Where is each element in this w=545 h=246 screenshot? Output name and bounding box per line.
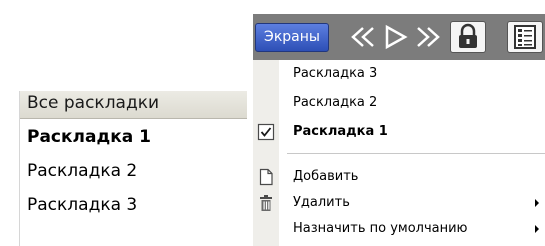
menu-item-layout-2[interactable]: Раскладка 2 (253, 92, 545, 116)
menu-item-delete[interactable]: Удалить (253, 192, 545, 216)
layouts-list-panel: Все раскладки Раскладка 1 Раскладка 2 Ра… (19, 91, 247, 246)
menu-separator (287, 153, 545, 154)
menu-item-add[interactable]: Добавить (253, 166, 545, 190)
lock-icon (459, 23, 477, 48)
screens-dropdown-menu: Раскладка 3 Раскладка 2 Раскладка 1 Доба… (253, 60, 545, 246)
layouts-list-header-label: Все раскладки (27, 93, 160, 113)
submenu-arrow-icon (535, 199, 539, 207)
play-icon[interactable] (381, 20, 411, 54)
rewind-icon[interactable] (343, 20, 381, 54)
document-icon (259, 168, 273, 186)
layouts-list-header[interactable]: Все раскладки (20, 91, 247, 119)
menu-item-label: Удалить (293, 195, 350, 210)
trash-icon (260, 195, 272, 211)
menu-item-label: Раскладка 1 (293, 124, 388, 139)
menu-item-label: Раскладка 2 (293, 95, 378, 110)
list-item-layout-2[interactable]: Раскладка 2 (27, 161, 137, 181)
lock-button[interactable] (450, 21, 486, 53)
menu-item-label: Раскладка 3 (293, 66, 378, 81)
layout-list-button[interactable] (507, 21, 543, 53)
menu-item-set-default[interactable]: Назначить по умолчанию (253, 218, 545, 242)
list-item-layout-1[interactable]: Раскладка 1 (27, 127, 151, 147)
menu-item-label: Добавить (293, 169, 359, 184)
fast-forward-icon[interactable] (410, 20, 448, 54)
menu-item-layout-1[interactable]: Раскладка 1 (253, 121, 545, 145)
screens-toolbar: Экраны (253, 14, 545, 60)
menu-item-layout-3[interactable]: Раскладка 3 (253, 63, 545, 87)
submenu-arrow-icon (535, 225, 539, 233)
list-item-layout-3[interactable]: Раскладка 3 (27, 195, 137, 215)
menu-item-label: Назначить по умолчанию (293, 221, 468, 236)
layout-list-icon (514, 25, 536, 49)
screens-button[interactable]: Экраны (255, 23, 329, 52)
checkmark-icon (257, 123, 275, 141)
